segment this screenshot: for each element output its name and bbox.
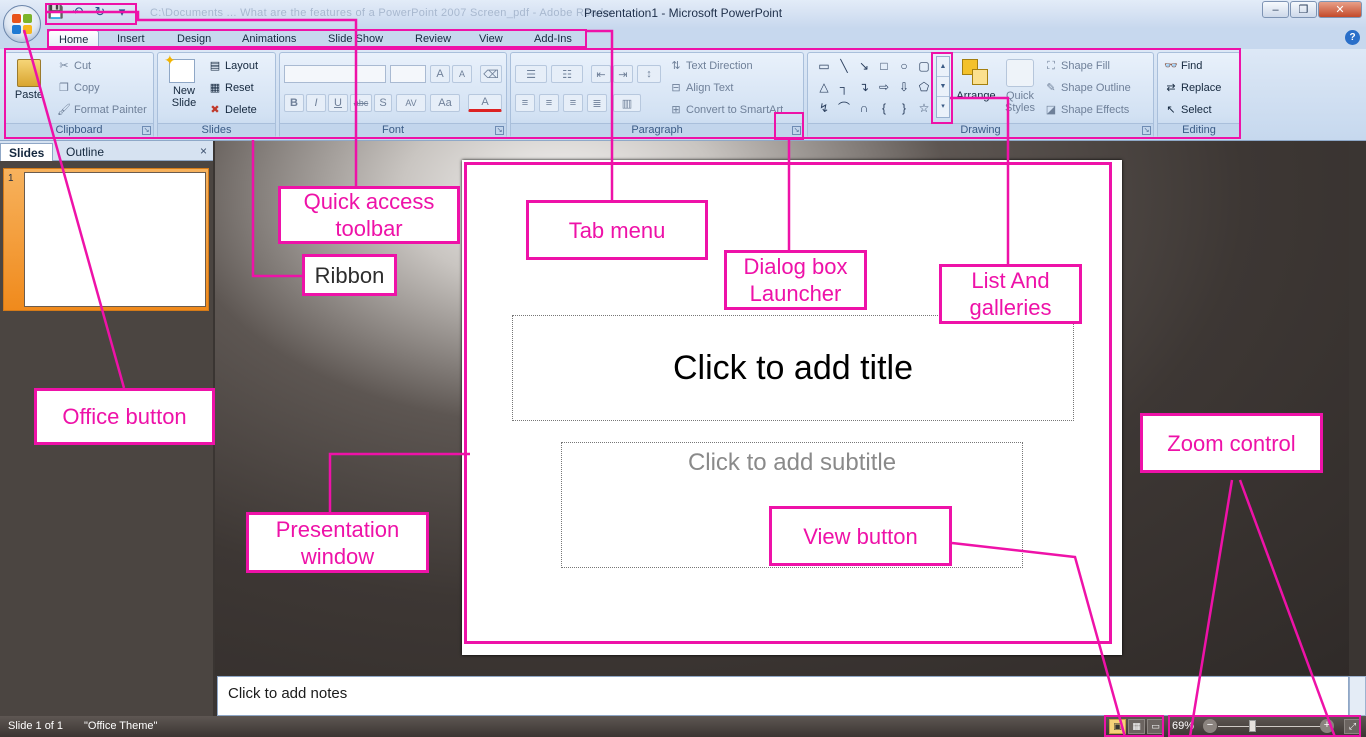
office-button[interactable] bbox=[3, 5, 41, 43]
notes-pane[interactable]: Click to add notes bbox=[217, 676, 1349, 716]
pane-close-icon[interactable]: × bbox=[200, 144, 207, 158]
annotation-tab-menu: Tab menu bbox=[526, 200, 708, 260]
vertical-scrollbar[interactable] bbox=[1349, 141, 1366, 675]
office-logo-icon bbox=[12, 14, 32, 34]
ribbon-highlight bbox=[4, 48, 1241, 139]
notes-scrollbar[interactable] bbox=[1349, 676, 1366, 716]
annotation-dialog-launcher: Dialog box Launcher bbox=[724, 250, 867, 310]
theme-name: "Office Theme" bbox=[84, 720, 158, 732]
slide-thumbnail-selected[interactable]: 1 bbox=[3, 168, 209, 311]
zoom-highlight bbox=[1168, 715, 1361, 737]
annotation-office-button: Office button bbox=[34, 388, 215, 445]
close-button[interactable]: ✕ bbox=[1318, 1, 1362, 18]
help-icon[interactable]: ? bbox=[1345, 30, 1360, 45]
tabs-highlight bbox=[47, 29, 587, 48]
tab-outline[interactable]: Outline bbox=[58, 143, 112, 161]
annotation-view-button: View button bbox=[769, 506, 952, 566]
annotation-quick-access: Quick access toolbar bbox=[278, 186, 460, 244]
annotation-presentation-window: Presentation window bbox=[246, 512, 429, 573]
pane-tabs: Slides Outline × bbox=[0, 141, 213, 161]
slide-counter: Slide 1 of 1 bbox=[8, 720, 64, 732]
slide-thumbnail[interactable] bbox=[24, 172, 206, 307]
window-title: Presentation1 - Microsoft PowerPoint bbox=[583, 6, 783, 20]
title-bar: C:\Documents ... What are the features o… bbox=[0, 0, 1366, 28]
annotation-ribbon: Ribbon bbox=[302, 254, 397, 296]
view-buttons-highlight bbox=[1104, 715, 1164, 737]
qat-highlight bbox=[45, 3, 137, 25]
annotation-list-galleries: List And galleries bbox=[939, 264, 1082, 324]
gallery-highlight bbox=[931, 52, 953, 124]
minimize-button[interactable]: – bbox=[1262, 1, 1289, 18]
maximize-button[interactable]: ❐ bbox=[1290, 1, 1317, 18]
thumbnail-number: 1 bbox=[8, 173, 14, 184]
tab-slides[interactable]: Slides bbox=[0, 143, 54, 161]
launcher-highlight bbox=[774, 112, 804, 140]
window-controls: – ❐ ✕ bbox=[1262, 1, 1362, 18]
annotation-zoom-control: Zoom control bbox=[1140, 413, 1323, 473]
